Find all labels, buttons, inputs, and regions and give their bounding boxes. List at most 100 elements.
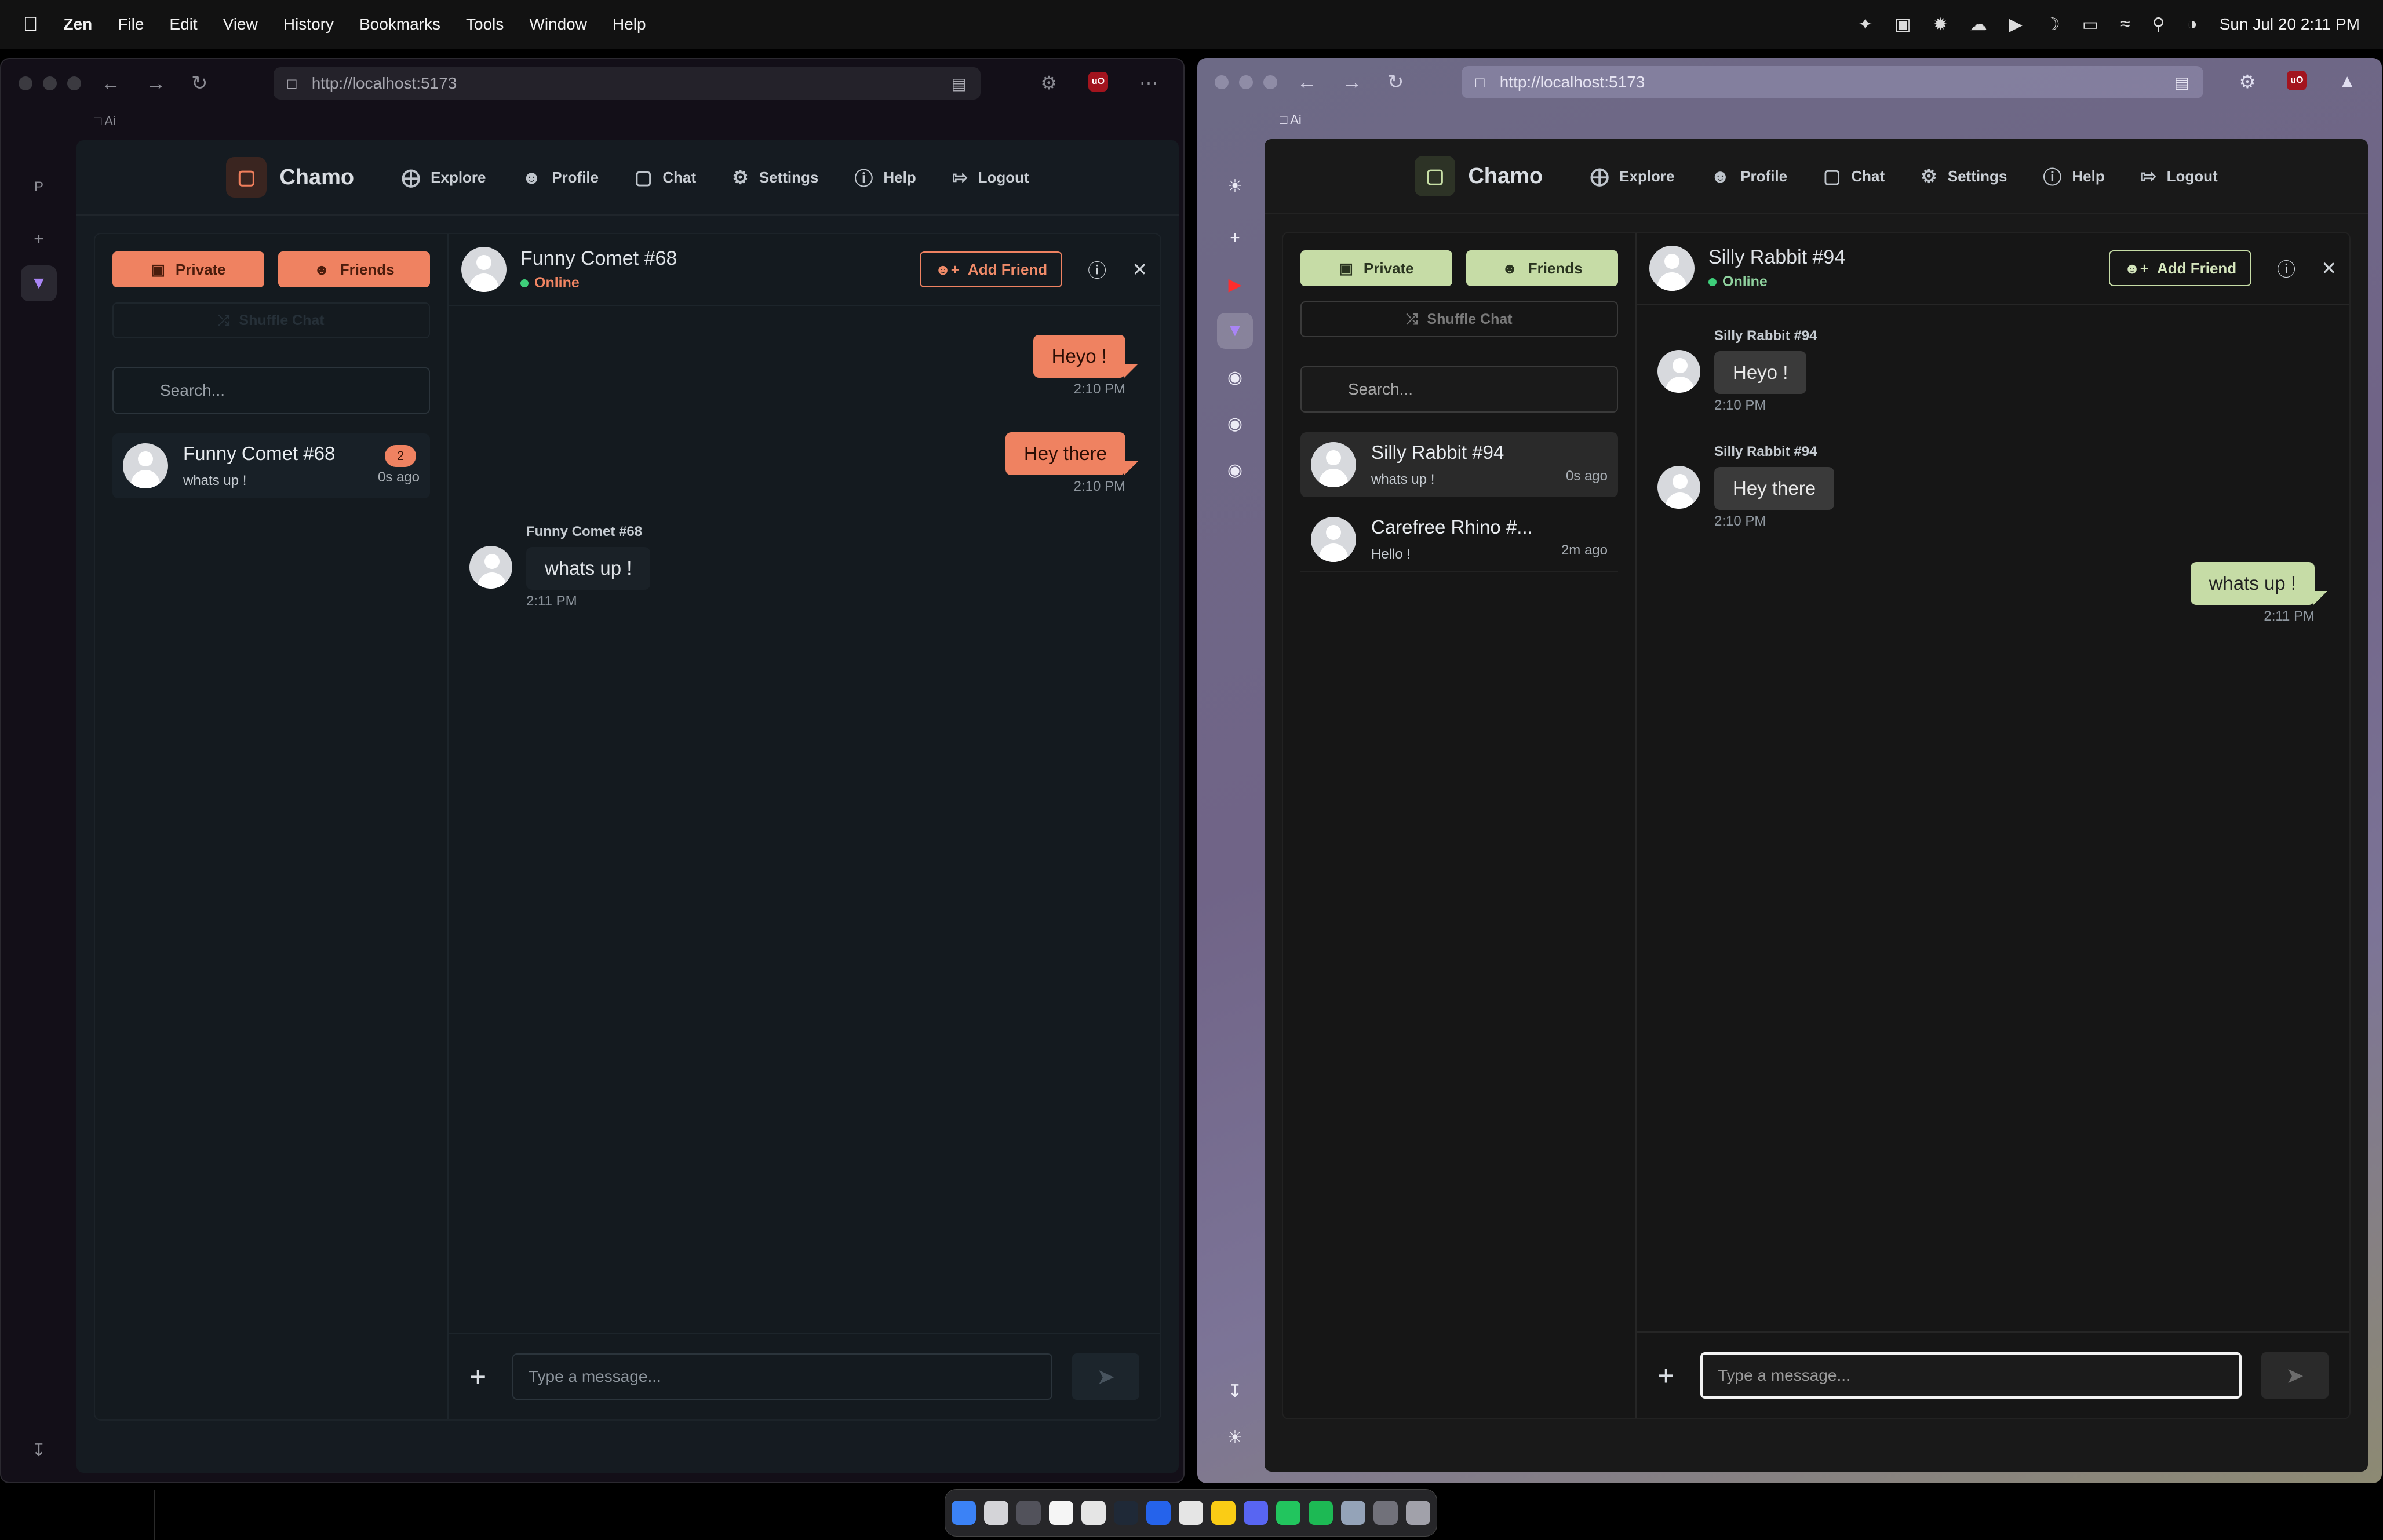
conversation-item[interactable]: Funny Comet #68 whats up ! 2 0s ago [112, 433, 430, 498]
notes-icon[interactable] [1211, 1501, 1236, 1525]
brand[interactable]: ▢ Chamo [226, 157, 354, 198]
menubar-clock[interactable]: Sun Jul 20 2:11 PM [2220, 15, 2360, 34]
menu-app-name[interactable]: Zen [64, 15, 93, 34]
minimize-window-button[interactable] [43, 76, 57, 90]
workspace-label[interactable]: □ Ai [94, 114, 116, 129]
message-input[interactable]: Type a message... [512, 1353, 1052, 1400]
reader-mode-icon[interactable]: ▤ [952, 74, 967, 93]
menu-file[interactable]: File [118, 15, 144, 34]
friends-tab-button[interactable]: ☻ Friends [278, 251, 430, 287]
notion-icon[interactable]: ▣ [1894, 14, 1911, 35]
add-friend-button[interactable]: ☻+ Add Friend [2109, 250, 2252, 286]
discord-icon[interactable] [1244, 1501, 1268, 1525]
menu-history[interactable]: History [283, 15, 334, 34]
youtube-icon[interactable]: ▶ [1217, 267, 1253, 302]
address-bar[interactable]: □ http://localhost:5173 ▤ [1462, 66, 2203, 98]
address-bar[interactable]: □ http://localhost:5173 ▤ [274, 67, 981, 100]
workspace-emoji-icon[interactable]: ☀ [1217, 168, 1253, 204]
search-input[interactable]: Search... [1300, 366, 1618, 413]
menu-tools[interactable]: Tools [466, 15, 504, 34]
zoom-window-button[interactable] [67, 76, 81, 90]
close-window-button[interactable] [19, 76, 32, 90]
app-tab-icon[interactable]: ▼ [1217, 313, 1253, 349]
nav-logout[interactable]: ⇰ Logout [952, 166, 1029, 188]
chatgpt-icon[interactable] [984, 1501, 1008, 1525]
forward-arrow-icon[interactable]: → [1342, 71, 1362, 94]
close-icon[interactable]: ✕ [1132, 258, 1147, 280]
moon-icon[interactable]: ☽ [2045, 14, 2060, 35]
extensions-icon[interactable]: ⚙ [2239, 71, 2256, 93]
nav-explore[interactable]: ⨁ Explore [1590, 165, 1674, 187]
ublock-icon[interactable]: uO [2287, 71, 2307, 90]
download-icon[interactable]: ↧ [1217, 1373, 1253, 1409]
nav-logout[interactable]: ⇰ Logout [2141, 165, 2218, 187]
info-icon[interactable]: ⓘ [1088, 256, 1106, 283]
github-icon[interactable]: ◉ [1217, 406, 1253, 441]
zen-browser-icon[interactable] [1016, 1501, 1041, 1525]
message-input[interactable]: Type a message... [1700, 1352, 2242, 1399]
close-window-button[interactable] [1215, 75, 1229, 89]
nav-help[interactable]: ⓘ Help [2043, 163, 2104, 189]
app-tab-icon[interactable]: ▼ [21, 265, 57, 301]
private-tab-button[interactable]: ▣ Private [112, 251, 264, 287]
search-input[interactable]: Search... [112, 367, 430, 414]
shuffle-chat-button[interactable]: ⤮ Shuffle Chat [112, 302, 430, 338]
more-menu-icon[interactable]: ⋯ [1139, 72, 1158, 94]
workspace-letter[interactable]: P [21, 169, 57, 205]
status-app-icon[interactable]: ✦ [1858, 14, 1872, 35]
minimize-window-button[interactable] [1239, 75, 1253, 89]
play-icon[interactable]: ▶ [2009, 14, 2023, 35]
battery-icon[interactable]: ▭ [2082, 14, 2098, 35]
close-icon[interactable]: ✕ [2321, 257, 2337, 279]
nav-profile[interactable]: ☻ Profile [522, 167, 599, 188]
back-arrow-icon[interactable]: ← [1297, 71, 1317, 94]
wifi-icon[interactable]: ≈ [2120, 14, 2130, 34]
extensions-icon[interactable]: ⚙ [1040, 72, 1057, 94]
menu-edit[interactable]: Edit [169, 15, 197, 34]
shuffle-chat-button[interactable]: ⤮ Shuffle Chat [1300, 301, 1618, 337]
info-icon[interactable]: ⓘ [2277, 255, 2295, 282]
weather-icon[interactable]: ☁ [1970, 14, 1987, 35]
new-tab-plus-icon[interactable]: + [1217, 220, 1253, 256]
settings-icon[interactable] [1373, 1501, 1398, 1525]
conversation-item[interactable]: Carefree Rhino #... Hello ! 2m ago [1300, 508, 1618, 572]
menu-view[interactable]: View [223, 15, 258, 34]
nav-settings[interactable]: ⚙ Settings [1921, 165, 2007, 187]
reload-icon[interactable]: ↻ [1387, 71, 1404, 94]
github-icon[interactable]: ◉ [1217, 359, 1253, 395]
zoom-window-button[interactable] [1263, 75, 1277, 89]
vscode-icon[interactable] [1146, 1501, 1171, 1525]
telegram-icon[interactable] [1179, 1501, 1203, 1525]
pin-icon[interactable]: ▲ [2338, 71, 2356, 93]
chatgpt-icon[interactable]: ✹ [1933, 14, 1948, 35]
conversation-item[interactable]: Silly Rabbit #94 whats up ! 0s ago [1300, 432, 1618, 497]
send-button[interactable]: ➤ [1072, 1353, 1139, 1400]
attach-plus-icon[interactable]: + [1657, 1359, 1681, 1392]
menu-window[interactable]: Window [529, 15, 587, 34]
add-friend-button[interactable]: ☻+ Add Friend [920, 251, 1063, 287]
apple-menu-icon[interactable]:  [23, 13, 38, 36]
reload-icon[interactable]: ↻ [191, 72, 208, 95]
bulb-icon[interactable]: ☀ [1217, 1419, 1253, 1455]
trash-icon[interactable] [1406, 1501, 1430, 1525]
nav-settings[interactable]: ⚙ Settings [732, 166, 818, 188]
attach-plus-icon[interactable]: + [469, 1360, 493, 1393]
forward-arrow-icon[interactable]: → [146, 72, 166, 95]
control-center-icon[interactable]: ◑ [2187, 14, 2198, 34]
friends-tab-button[interactable]: ☻ Friends [1466, 250, 1618, 286]
nav-explore[interactable]: ⨁ Explore [402, 166, 486, 188]
nav-help[interactable]: ⓘ Help [854, 164, 916, 191]
new-tab-plus-icon[interactable]: + [21, 221, 57, 257]
github-icon[interactable]: ◉ [1217, 452, 1253, 488]
reader-mode-icon[interactable]: ▤ [2174, 73, 2189, 92]
send-button[interactable]: ➤ [2261, 1352, 2329, 1399]
private-tab-button[interactable]: ▣ Private [1300, 250, 1452, 286]
messages-icon[interactable] [1276, 1501, 1300, 1525]
writer-icon[interactable] [1081, 1501, 1106, 1525]
finder-icon[interactable] [952, 1501, 976, 1525]
preview-icon[interactable] [1341, 1501, 1365, 1525]
workspace-label[interactable]: □ Ai [1280, 112, 1302, 127]
menu-bookmarks[interactable]: Bookmarks [359, 15, 440, 34]
menu-help[interactable]: Help [613, 15, 646, 34]
download-icon[interactable]: ↧ [21, 1432, 57, 1468]
